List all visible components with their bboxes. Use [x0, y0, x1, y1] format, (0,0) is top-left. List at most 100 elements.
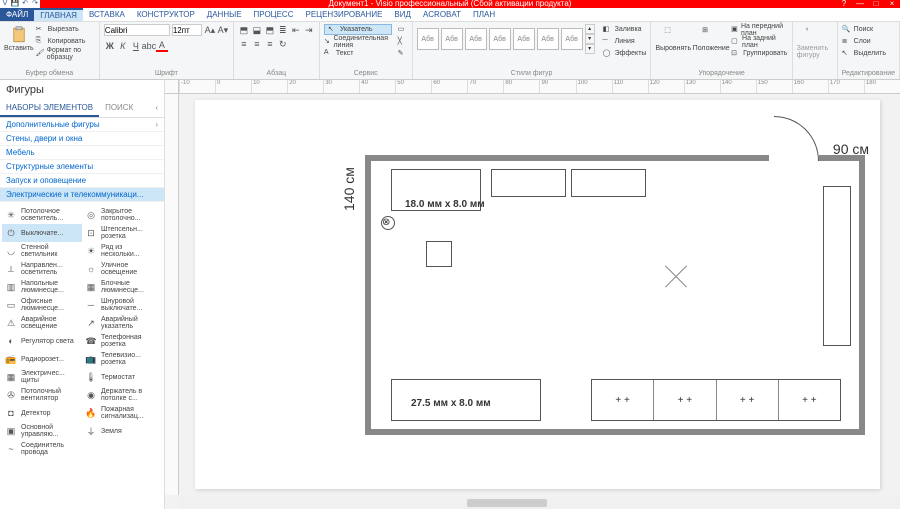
sofa-shape[interactable]: + ++ ++ ++ +	[591, 379, 841, 421]
maximize-icon[interactable]: □	[868, 0, 884, 8]
shape-master[interactable]: ─Шнуровой выключате...	[82, 296, 162, 314]
tab-file[interactable]: ФАЙЛ	[0, 8, 34, 21]
door-arc[interactable]	[774, 116, 819, 161]
shape-master[interactable]: 📺Телевизио... розетка	[82, 350, 162, 368]
italic-button[interactable]: К	[117, 40, 129, 52]
effects-button[interactable]: ◯Эффекты	[603, 48, 647, 59]
shape-master[interactable]: ☀Ряд из нескольки...	[82, 242, 162, 260]
shape-master[interactable]: ⏻Выключате...	[2, 224, 82, 242]
tab-home[interactable]: ГЛАВНАЯ	[34, 8, 83, 21]
font-name-input[interactable]	[104, 24, 170, 36]
layers-button[interactable]: ≣Слои	[842, 36, 886, 47]
shape-master[interactable]: ◡Стенной светильник	[2, 242, 82, 260]
find-button[interactable]: 🔍Поиск	[842, 24, 886, 35]
shape-master[interactable]: ✇Потолочный вентилятор	[2, 386, 82, 404]
shape-master[interactable]: ~Соединитель провода	[2, 440, 82, 458]
shelf-shape[interactable]	[823, 186, 851, 346]
tab-data[interactable]: ДАННЫЕ	[201, 8, 248, 21]
shape-master[interactable]: ☎Телефонная розетка	[82, 332, 162, 350]
font-color-button[interactable]: A	[156, 40, 168, 52]
tab-acrobat[interactable]: ACROBAT	[417, 8, 467, 21]
scrollbar-horizontal[interactable]	[179, 497, 900, 509]
furniture-shape[interactable]	[426, 241, 452, 267]
shape-master[interactable]: ☼Уличное освещение	[82, 260, 162, 278]
position-button[interactable]: ⊞Положение	[693, 24, 729, 54]
indent-inc-icon[interactable]: ⇥	[303, 24, 315, 36]
help-icon[interactable]: ?	[836, 0, 852, 8]
bullets-icon[interactable]: ≣	[277, 24, 289, 36]
align-top-icon[interactable]: ⬒	[238, 24, 250, 36]
style-thumb[interactable]: Aбв	[417, 28, 439, 50]
shapes-tab-search[interactable]: ПОИСК	[99, 100, 139, 117]
pointer-tool[interactable]: ↖Указатель	[324, 24, 392, 35]
style-thumb[interactable]: Aбв	[561, 28, 583, 50]
shape-master[interactable]	[82, 440, 162, 458]
stencil-item[interactable]: Структурные элементы	[0, 160, 164, 174]
text-tool[interactable]: AТекст	[324, 48, 392, 59]
align-right-icon[interactable]: ≡	[264, 38, 276, 50]
style-thumb[interactable]: Aбв	[465, 28, 487, 50]
indent-dec-icon[interactable]: ⇤	[290, 24, 302, 36]
bring-front-button[interactable]: ▣На передний план	[731, 24, 788, 35]
copy-button[interactable]: ⎘Копировать	[36, 36, 95, 47]
line-tool[interactable]: ╳	[398, 36, 408, 47]
style-thumb[interactable]: Aбв	[489, 28, 511, 50]
ceiling-fixture[interactable]	[661, 261, 691, 291]
gallery-more-icon[interactable]: ▾	[585, 44, 595, 54]
style-thumb[interactable]: Aбв	[513, 28, 535, 50]
stencil-item[interactable]: Запуск и оповещение	[0, 174, 164, 188]
connector-tool[interactable]: ↘Соединительная линия	[324, 36, 392, 47]
drawing-page[interactable]: 140 см 90 см 18.0 мм x 8.0 мм ⊗ 27.5 мм …	[195, 100, 880, 489]
shrink-font-icon[interactable]: A▾	[217, 24, 229, 36]
paste-button[interactable]: Вставить	[4, 24, 34, 54]
shape-master[interactable]: ⟂Направлен... осветитель	[2, 260, 82, 278]
align-button[interactable]: ⬚Выровнять	[655, 24, 691, 54]
gallery-down-icon[interactable]: ▾	[585, 34, 595, 44]
tab-insert[interactable]: ВСТАВКА	[83, 8, 131, 21]
gallery-up-icon[interactable]: ▴	[585, 24, 595, 34]
stencil-item[interactable]: Дополнительные фигуры›	[0, 118, 164, 132]
tab-plan[interactable]: ПЛАН	[467, 8, 501, 21]
shape-master[interactable]: ◘Детектор	[2, 404, 82, 422]
collapse-panel-icon[interactable]: ‹	[149, 100, 164, 117]
shape-master[interactable]: ⚠Аварийное освещение	[2, 314, 82, 332]
minimize-icon[interactable]: —	[852, 0, 868, 8]
furniture-shape[interactable]	[571, 169, 646, 197]
align-bottom-icon[interactable]: ⬒	[264, 24, 276, 36]
shape-master[interactable]: 🌡Термостат	[82, 368, 162, 386]
stencil-item[interactable]: Стены, двери и окна	[0, 132, 164, 146]
style-gallery[interactable]: Aбв Aбв Aбв Aбв Aбв Aбв Aбв ▴▾▾	[417, 24, 595, 54]
group-button[interactable]: ⊡Группировать	[731, 48, 788, 59]
bold-button[interactable]: Ж	[104, 40, 116, 52]
shape-master[interactable]: ◐Регулятор света	[2, 332, 82, 350]
save-icon[interactable]: 💾	[10, 0, 20, 8]
shape-master[interactable]: ⊡Штепсельн... розетка	[82, 224, 162, 242]
drawing-canvas[interactable]: -100102030405060708090100110120130140150…	[165, 80, 900, 509]
font-size-input[interactable]	[172, 24, 202, 36]
shape-master[interactable]: ✳Потолочное осветитель...	[2, 206, 82, 224]
shape-master[interactable]: ▭Офисные люминесце...	[2, 296, 82, 314]
style-thumb[interactable]: Aбв	[537, 28, 559, 50]
strike-button[interactable]: abc	[143, 40, 155, 52]
tab-review[interactable]: РЕЦЕНЗИРОВАНИЕ	[299, 8, 388, 21]
format-painter-button[interactable]: 🖌Формат по образцу	[36, 48, 95, 59]
redo-icon[interactable]: ↷	[30, 0, 40, 8]
cut-button[interactable]: ✂Вырезать	[36, 24, 95, 35]
shape-master[interactable]: ◉Держатель в потолке с...	[82, 386, 162, 404]
shapes-tab-stencils[interactable]: НАБОРЫ ЭЛЕМЕНТОВ	[0, 100, 99, 117]
style-thumb[interactable]: Aбв	[441, 28, 463, 50]
freeform-tool[interactable]: ✎	[398, 48, 408, 59]
shape-master[interactable]: 🔥Пожарная сигнализац...	[82, 404, 162, 422]
stencil-item[interactable]: Электрические и телекоммуникаци...	[0, 188, 164, 202]
dimension-horizontal[interactable]: 90 см	[833, 141, 869, 157]
tab-design[interactable]: КОНСТРУКТОР	[131, 8, 201, 21]
shape-master[interactable]: ↗Аварийный указатель	[82, 314, 162, 332]
select-button[interactable]: ↖Выделить	[842, 48, 886, 59]
align-center-icon[interactable]: ≡	[251, 38, 263, 50]
undo-icon[interactable]: ↶	[20, 0, 30, 8]
fill-button[interactable]: ◧Заливка	[603, 24, 647, 35]
stencil-item[interactable]: Мебель	[0, 146, 164, 160]
rotate-text-icon[interactable]: ↻	[277, 38, 289, 50]
room-outline[interactable]: 140 см 90 см 18.0 мм x 8.0 мм ⊗ 27.5 мм …	[365, 155, 865, 435]
shape-master[interactable]: ⏚Земля	[82, 422, 162, 440]
